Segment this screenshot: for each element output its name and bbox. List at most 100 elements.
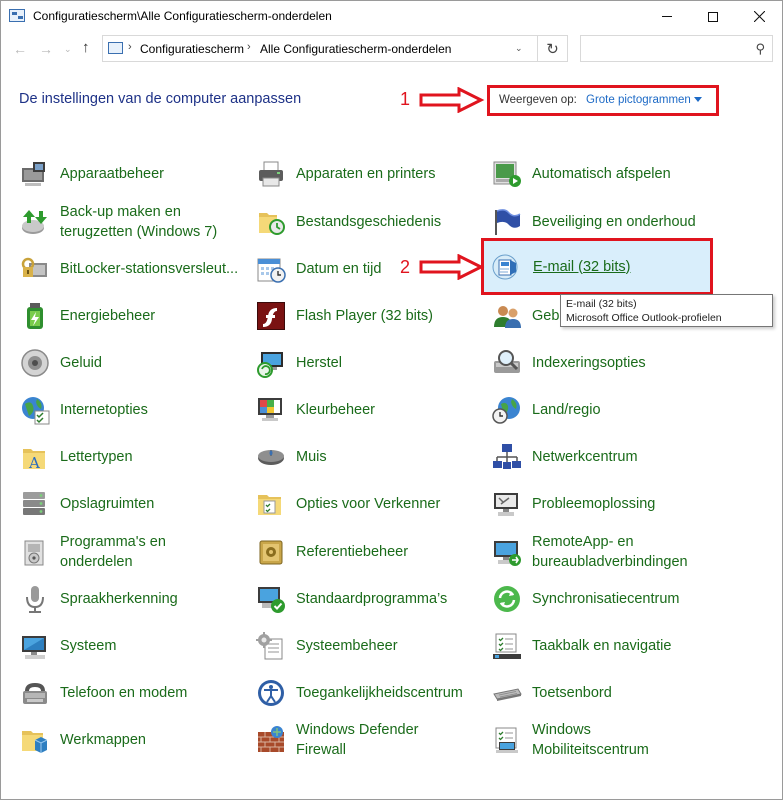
annotation-number-1: 1 [400,89,411,109]
chevron-down-icon[interactable] [694,97,702,102]
cp-item-opslagruimten[interactable]: Opslagruimten [19,484,249,524]
accessibility-icon [258,680,284,706]
cp-item-firewall[interactable]: Windows Defender Firewall [255,720,480,760]
cp-item-label: Automatisch afspelen [532,166,671,182]
cp-item-toegankelijkheidscentrum[interactable]: Toegankelijkheidscentrum [255,673,480,713]
cp-item-synchronisatiecentrum[interactable]: Synchronisatiecentrum [491,579,711,619]
address-dropdown-icon[interactable]: ⌄ [515,43,523,54]
cp-item-programmas[interactable]: Programma's en onderdelen [19,532,249,572]
cp-item-muis[interactable]: Muis [255,437,480,477]
flash-icon [257,302,285,330]
cp-item-automatisch-afspelen[interactable]: Automatisch afspelen [491,154,711,194]
view-by-dropdown[interactable]: Grote pictogrammen [586,94,691,106]
back-button[interactable]: ← [13,41,27,57]
network-icon [493,444,521,469]
cp-item-indexeringsopties[interactable]: Indexeringsopties [491,343,711,383]
close-icon [753,11,765,22]
cp-item-flash-player[interactable]: Flash Player (32 bits) [255,296,480,336]
cp-item-beveiliging[interactable]: Beveiliging en onderhoud [491,202,711,242]
date-time-icon [257,258,286,283]
cp-item-probleemoplossing[interactable]: Probleemoplossing [491,484,711,524]
cp-item-remoteapp[interactable]: RemoteApp- en bureaubladverbindingen [491,532,711,572]
cp-item-taakbalk[interactable]: Taakbalk en navigatie [491,626,711,666]
up-button[interactable]: ↑ [82,39,90,56]
cp-item-label: Toegankelijkheidscentrum [296,685,463,701]
cp-item-standaardprogrammas[interactable]: Standaardprogramma’s [255,579,480,619]
cp-item-label-line1: Programma's en [60,534,166,550]
cp-item-apparaten-printers[interactable]: Apparaten en printers [255,154,480,194]
cp-item-label: Opslagruimten [60,496,155,512]
cp-item-label-line2: terugzetten (Windows 7) [60,224,218,240]
taskbar-icon [493,633,521,659]
internet-options-icon [22,397,50,425]
cp-item-systeem[interactable]: Systeem [19,626,249,666]
cp-item-label: BitLocker-stationsversleut... [60,261,239,277]
address-bar[interactable]: › Configuratiescherm › Alle Configuratie… [102,35,538,62]
color-management-icon [258,398,282,421]
cp-item-telefoon[interactable]: Telefoon en modem [19,673,249,713]
cp-item-label: Beveiliging en onderhoud [532,214,696,230]
cp-item-bestandsgeschiedenis[interactable]: Bestandsgeschiedenis [255,202,480,242]
cp-item-label: Geluid [60,355,102,371]
cp-item-label: Apparaatbeheer [60,166,164,182]
security-flag-icon [495,209,521,235]
cp-item-label: Synchronisatiecentrum [532,591,680,607]
breadcrumb-control-panel[interactable]: Configuratiescherm [140,42,244,56]
minimize-button[interactable] [644,1,690,32]
cp-item-label-line1: RemoteApp- en [532,534,634,550]
cp-item-referentiebeheer[interactable]: Referentiebeheer [255,532,480,572]
cp-item-label-line1: Windows [532,722,591,738]
cp-item-label-line2: onderdelen [60,554,133,570]
cp-item-label: Probleemoplossing [532,496,656,512]
cp-item-spraakherkenning[interactable]: Spraakherkenning [19,579,249,619]
cp-item-toetsenbord[interactable]: Toetsenbord [491,673,711,713]
maximize-button[interactable] [690,1,736,32]
storage-spaces-icon [23,492,45,515]
maximize-icon [708,11,718,22]
cp-item-netwerkcentrum[interactable]: Netwerkcentrum [491,437,711,477]
cp-item-energiebeheer[interactable]: Energiebeheer [19,296,249,336]
admin-tools-icon [256,632,283,660]
cp-item-label: Flash Player (32 bits) [296,308,433,324]
cp-item-apparaatbeheer[interactable]: Apparaatbeheer [19,154,249,194]
credential-manager-icon [259,540,283,565]
cp-item-label: Netwerkcentrum [532,449,638,465]
refresh-button[interactable]: ↻ [538,35,568,62]
cp-item-geluid[interactable]: Geluid [19,343,249,383]
breadcrumb-separator-icon[interactable]: › [128,41,132,53]
close-button[interactable] [736,1,782,32]
cp-item-label: Telefoon en modem [60,685,188,701]
cp-item-herstel[interactable]: Herstel [255,343,480,383]
cp-item-opties-verkenner[interactable]: Opties voor Verkenner [255,484,480,524]
cp-item-systeembeheer[interactable]: Systeembeheer [255,626,480,666]
cp-item-label: Standaardprogramma’s [296,591,448,607]
search-icon: ⚲ [755,41,765,56]
printer-icon [259,161,283,187]
cp-item-label: Internetopties [60,402,148,418]
cp-item-bitlocker[interactable]: BitLocker-stationsversleut... [19,249,249,289]
cp-item-land-regio[interactable]: Land/regio [491,390,711,430]
window-title: Configuratiescherm\Alle Configuratiesche… [33,9,332,23]
cp-item-internetopties[interactable]: Internetopties [19,390,249,430]
cp-item-mobiliteitscentrum[interactable]: Windows Mobiliteitscentrum [491,720,711,760]
autoplay-icon [493,161,521,187]
recent-locations-chevron-icon[interactable]: ⌄ [64,44,72,55]
search-input[interactable]: ⚲ [580,35,773,62]
breadcrumb-all-items[interactable]: Alle Configuratiescherm-onderdelen [260,42,451,56]
forward-button[interactable]: → [39,41,53,57]
page-title: De instellingen van de computer aanpasse… [19,91,302,107]
control-panel-icon [108,42,123,54]
region-icon [492,397,520,424]
cp-item-kleurbeheer[interactable]: Kleurbeheer [255,390,480,430]
cp-item-lettertypen[interactable]: A Lettertypen [19,437,249,477]
recovery-icon [257,352,283,378]
control-panel-icon [9,9,25,22]
breadcrumb-separator-icon[interactable]: › [247,41,251,53]
cp-item-werkmappen[interactable]: Werkmappen [19,720,249,760]
cp-item-backup[interactable]: Back-up maken en terugzetten (Windows 7) [19,202,249,242]
cp-item-label: Herstel [296,355,342,371]
title-bar[interactable]: Configuratiescherm\Alle Configuratiesche… [1,1,782,32]
annotation-arrow-icon [419,87,485,113]
troubleshooting-icon [494,493,518,516]
user-accounts-icon [494,306,521,328]
